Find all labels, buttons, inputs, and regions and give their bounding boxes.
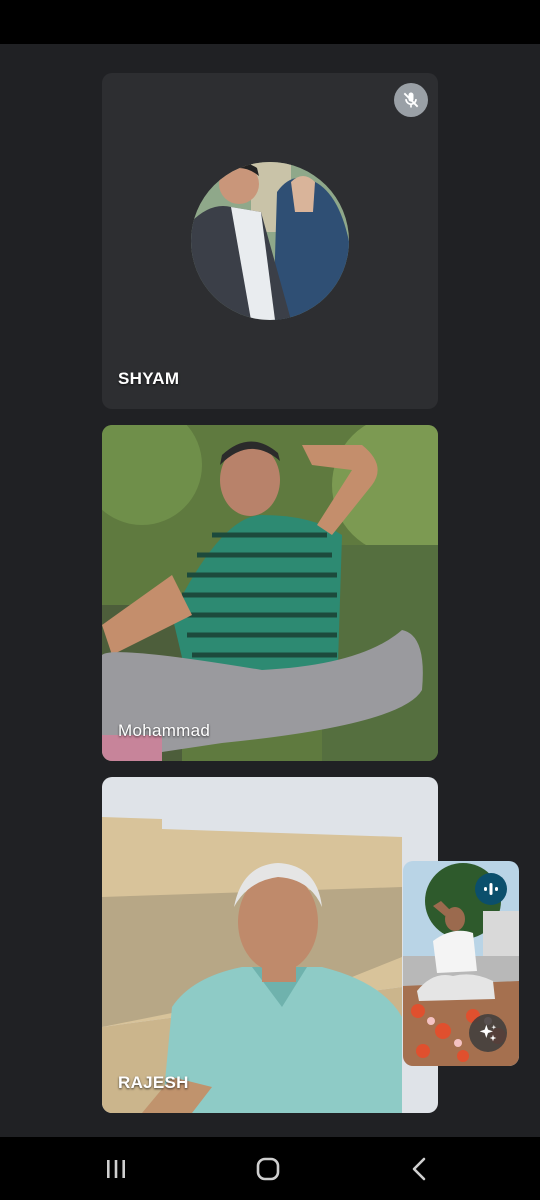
participant-tile-rajesh[interactable]: RAJESH [102,777,438,1113]
participant-tile-mohammad[interactable]: Mohammad [102,425,438,761]
navigation-bar [0,1137,540,1200]
participant-video [102,425,438,761]
mic-off-icon [394,83,428,117]
visual-effects-icon[interactable] [469,1014,507,1052]
participant-name: RAJESH [118,1073,189,1092]
speaking-indicator-icon [475,873,507,905]
home-icon[interactable] [238,1137,298,1200]
participant-name: SHYAM [118,369,180,388]
participant-name: Mohammad [118,721,211,740]
participant-tile-shyam[interactable]: SHYAM [102,73,438,409]
recent-apps-icon[interactable] [86,1137,146,1200]
participant-video [102,777,438,1113]
self-view-tile[interactable] [403,861,519,1066]
avatar [191,162,349,320]
status-bar [0,0,540,44]
back-icon[interactable] [390,1137,450,1200]
